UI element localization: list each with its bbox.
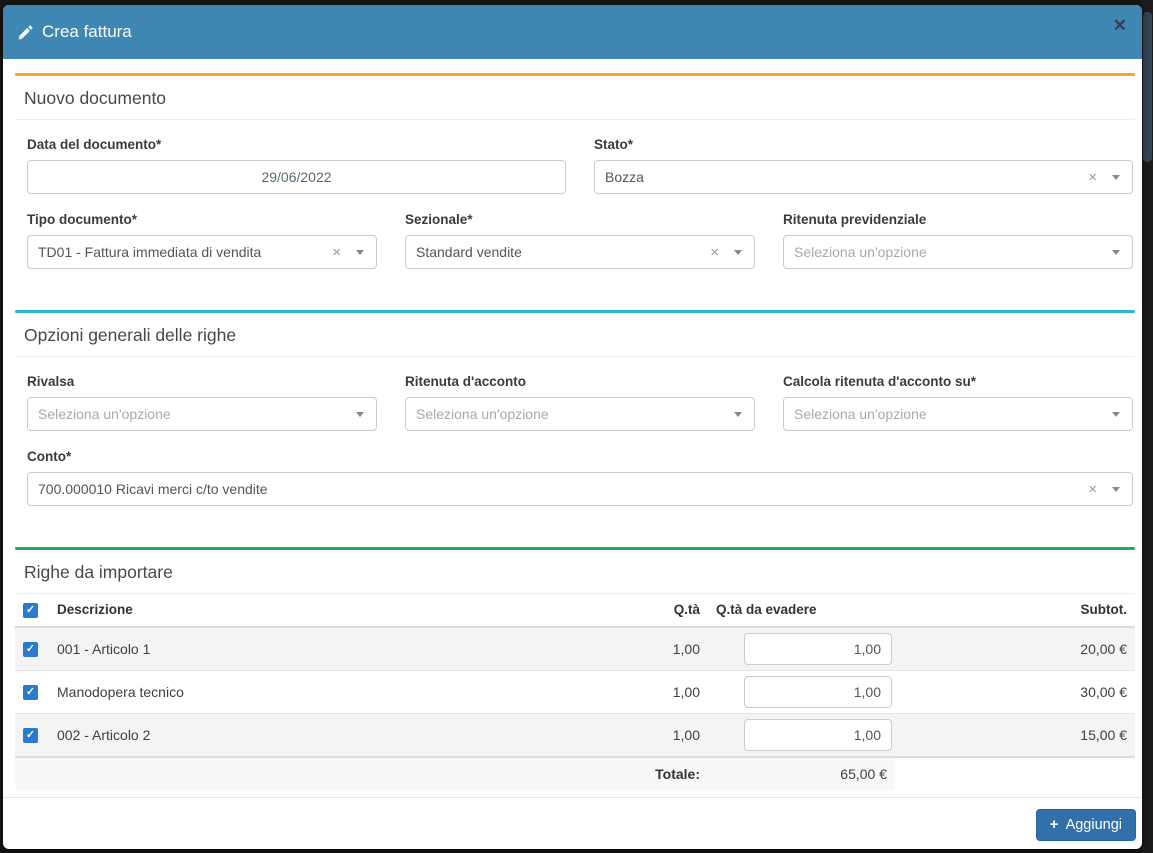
col-header-qta-evadere: Q.tà da evadere [708, 594, 895, 627]
page-scrollbar-track [1142, 0, 1153, 853]
rivalsa-label: Rivalsa [27, 374, 377, 389]
section-righe-da-importare: Righe da importare ✓ Descrizione Q.tà Q.… [15, 547, 1135, 790]
totale-row: Totale: 65,00 € [15, 757, 1135, 790]
caret-down-icon [1112, 412, 1120, 417]
field-sezionale: Sezionale* Standard vendite × [405, 212, 755, 269]
aggiungi-button-label: Aggiungi [1066, 817, 1122, 833]
conto-select[interactable]: 700.000010 Ricavi merci c/to vendite × [27, 472, 1133, 506]
clear-icon[interactable]: × [332, 245, 341, 260]
caret-down-icon [734, 412, 742, 417]
data-documento-label: Data del documento* [27, 137, 566, 152]
calcola-ritenuta-select[interactable]: Seleziona un'opzione [783, 397, 1133, 431]
row-descrizione: 002 - Articolo 2 [49, 713, 630, 757]
section-opzioni-generali: Opzioni generali delle righe Rivalsa Sel… [15, 310, 1135, 533]
conto-value: 700.000010 Ricavi merci c/to vendite [38, 481, 1088, 497]
rivalsa-select[interactable]: Seleziona un'opzione [27, 397, 377, 431]
table-row: ✓ Manodopera tecnico 1,00 30,00 € [15, 670, 1135, 713]
row-descrizione: Manodopera tecnico [49, 670, 630, 713]
row-subtot: 30,00 € [895, 670, 1135, 713]
stato-value: Bozza [605, 169, 1088, 185]
close-icon[interactable]: ✕ [1113, 5, 1127, 34]
sezionale-label: Sezionale* [405, 212, 755, 227]
field-rivalsa: Rivalsa Seleziona un'opzione [27, 374, 377, 431]
clear-icon[interactable]: × [710, 245, 719, 260]
section-title-righe: Righe da importare [15, 550, 1135, 594]
field-ritenuta-acconto: Ritenuta d'acconto Seleziona un'opzione [405, 374, 755, 431]
stato-label: Stato* [594, 137, 1133, 152]
sezionale-select[interactable]: Standard vendite × [405, 235, 755, 269]
caret-down-icon [356, 250, 364, 255]
calcola-ritenuta-placeholder: Seleziona un'opzione [794, 406, 1112, 422]
qta-evadere-input[interactable] [744, 633, 892, 665]
caret-down-icon [356, 412, 364, 417]
col-header-qta: Q.tà [630, 594, 708, 627]
totale-value: 65,00 € [708, 757, 895, 790]
conto-label: Conto* [27, 449, 1133, 464]
tipo-documento-value: TD01 - Fattura immediata di vendita [38, 244, 332, 260]
field-data-documento: Data del documento* [27, 137, 566, 194]
select-all-checkbox[interactable]: ✓ [23, 603, 38, 618]
caret-down-icon [1112, 250, 1120, 255]
col-header-subtot: Subtot. [895, 594, 1135, 627]
clear-icon[interactable]: × [1088, 482, 1097, 497]
row-checkbox[interactable]: ✓ [23, 728, 38, 743]
tipo-documento-select[interactable]: TD01 - Fattura immediata di vendita × [27, 235, 377, 269]
modal-title: Crea fattura [18, 22, 132, 42]
stato-select[interactable]: Bozza × [594, 160, 1133, 194]
clear-icon[interactable]: × [1088, 170, 1097, 185]
ritenuta-acconto-placeholder: Seleziona un'opzione [416, 406, 734, 422]
modal-header: Crea fattura ✕ [3, 5, 1142, 59]
section-title-opzioni-generali: Opzioni generali delle righe [15, 313, 1135, 357]
caret-down-icon [1112, 487, 1120, 492]
totale-label: Totale: [15, 757, 708, 790]
ritenuta-acconto-label: Ritenuta d'acconto [405, 374, 755, 389]
sezionale-value: Standard vendite [416, 244, 710, 260]
modal-footer: + Aggiungi [3, 797, 1142, 849]
calcola-ritenuta-label: Calcola ritenuta d'acconto su* [783, 374, 1133, 389]
field-calcola-ritenuta: Calcola ritenuta d'acconto su* Seleziona… [783, 374, 1133, 431]
righe-table: ✓ Descrizione Q.tà Q.tà da evadere Subto… [15, 594, 1135, 790]
crea-fattura-modal: Crea fattura ✕ Nuovo documento Data del … [3, 5, 1142, 849]
table-row: ✓ 002 - Articolo 2 1,00 15,00 € [15, 713, 1135, 757]
field-stato: Stato* Bozza × [594, 137, 1133, 194]
row-subtot: 20,00 € [895, 627, 1135, 671]
ritenuta-previdenziale-select[interactable]: Seleziona un'opzione [783, 235, 1133, 269]
ritenuta-previdenziale-label: Ritenuta previdenziale [783, 212, 1133, 227]
section-nuovo-documento: Nuovo documento Data del documento* Stat… [15, 73, 1135, 296]
row-descrizione: 001 - Articolo 1 [49, 627, 630, 671]
modal-title-text: Crea fattura [42, 22, 132, 42]
aggiungi-button[interactable]: + Aggiungi [1036, 809, 1136, 841]
caret-down-icon [734, 250, 742, 255]
row-qta: 1,00 [630, 670, 708, 713]
table-row: ✓ 001 - Articolo 1 1,00 20,00 € [15, 627, 1135, 671]
row-subtot: 15,00 € [895, 713, 1135, 757]
field-conto: Conto* 700.000010 Ricavi merci c/to vend… [27, 449, 1133, 506]
pencil-icon [18, 25, 33, 40]
tipo-documento-label: Tipo documento* [27, 212, 377, 227]
rivalsa-placeholder: Seleziona un'opzione [38, 406, 356, 422]
ritenuta-acconto-select[interactable]: Seleziona un'opzione [405, 397, 755, 431]
qta-evadere-input[interactable] [744, 676, 892, 708]
field-ritenuta-previdenziale: Ritenuta previdenziale Seleziona un'opzi… [783, 212, 1133, 269]
row-checkbox[interactable]: ✓ [23, 642, 38, 657]
row-qta: 1,00 [630, 713, 708, 757]
caret-down-icon [1112, 175, 1120, 180]
data-documento-input[interactable] [27, 160, 566, 194]
row-qta: 1,00 [630, 627, 708, 671]
col-header-descrizione: Descrizione [49, 594, 630, 627]
row-checkbox[interactable]: ✓ [23, 685, 38, 700]
section-title-nuovo-documento: Nuovo documento [15, 76, 1135, 120]
table-header-row: ✓ Descrizione Q.tà Q.tà da evadere Subto… [15, 594, 1135, 627]
qta-evadere-input[interactable] [744, 719, 892, 751]
plus-icon: + [1050, 817, 1059, 832]
field-tipo-documento: Tipo documento* TD01 - Fattura immediata… [27, 212, 377, 269]
page-scrollbar-thumb[interactable] [1143, 12, 1152, 162]
ritenuta-previdenziale-placeholder: Seleziona un'opzione [794, 244, 1112, 260]
